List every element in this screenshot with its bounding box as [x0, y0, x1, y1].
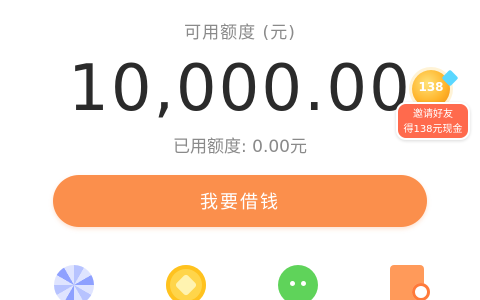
available-credit-label: 可用额度 (元): [184, 23, 296, 43]
borrow-button[interactable]: 我要借钱: [53, 175, 427, 227]
book-check-icon[interactable]: [390, 265, 430, 300]
wechat-icon[interactable]: [278, 265, 318, 300]
fan-icon[interactable]: [54, 265, 94, 300]
used-credit-label: 已用额度: 0.00元: [173, 137, 307, 157]
invite-line-1: 邀请好友: [413, 109, 453, 120]
badge-number: 138: [418, 80, 444, 94]
coin-icon[interactable]: [166, 265, 206, 300]
